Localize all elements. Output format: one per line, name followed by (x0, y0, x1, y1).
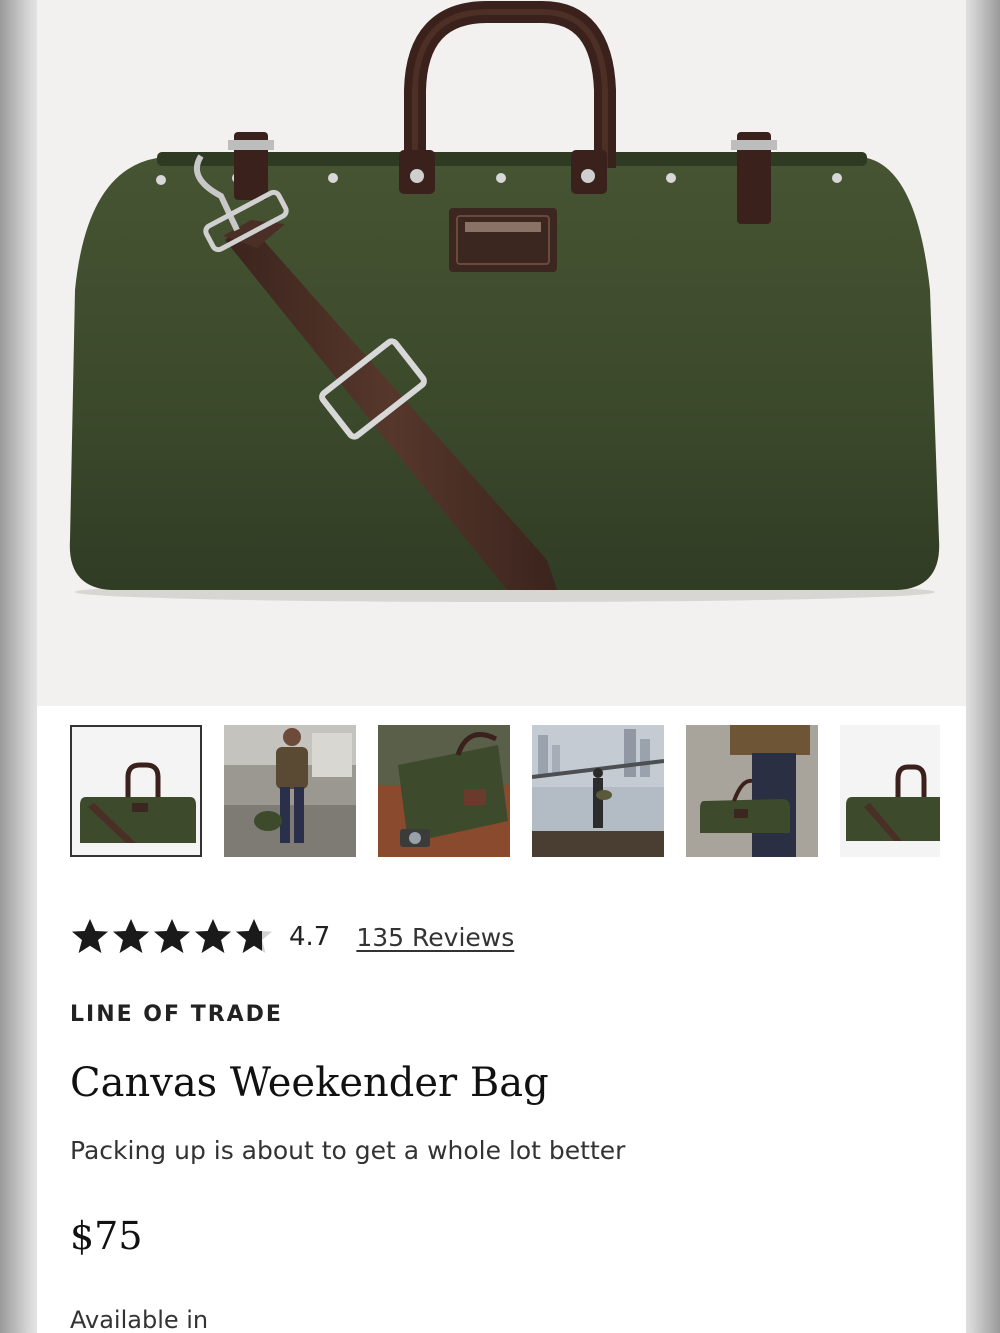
star-rating (70, 917, 275, 957)
thumbnail-bag-side[interactable] (840, 725, 940, 857)
availability-label: Available in (70, 1306, 209, 1333)
product-tagline: Packing up is about to get a whole lot b… (70, 1136, 626, 1165)
product-title: Canvas Weekender Bag (70, 1060, 549, 1106)
reviews-link[interactable]: 135 Reviews (356, 923, 514, 952)
brand-name[interactable]: LINE OF TRADE (70, 1002, 283, 1027)
product-page: 4.7 135 Reviews LINE OF TRADE Canvas Wee… (37, 0, 966, 1333)
star-icon (154, 919, 190, 953)
product-hero-image[interactable] (37, 0, 966, 706)
star-icon (113, 919, 149, 953)
thumbnail-man-walking[interactable] (224, 725, 356, 857)
rating-row: 4.7 135 Reviews (70, 912, 514, 962)
thumbnail-bag-carried[interactable] (686, 725, 818, 857)
star-icon (236, 919, 272, 953)
rating-value: 4.7 (289, 922, 331, 952)
thumbnail-gallery (70, 725, 966, 859)
thumbnail-bag-open[interactable] (378, 725, 510, 857)
product-price: $75 (70, 1214, 143, 1258)
thumbnail-bag-front[interactable] (70, 725, 202, 857)
star-icon (195, 919, 231, 953)
weekender-bag-image (69, 1, 940, 602)
thumbnail-bridge-view[interactable] (532, 725, 664, 857)
star-icon (72, 919, 108, 953)
